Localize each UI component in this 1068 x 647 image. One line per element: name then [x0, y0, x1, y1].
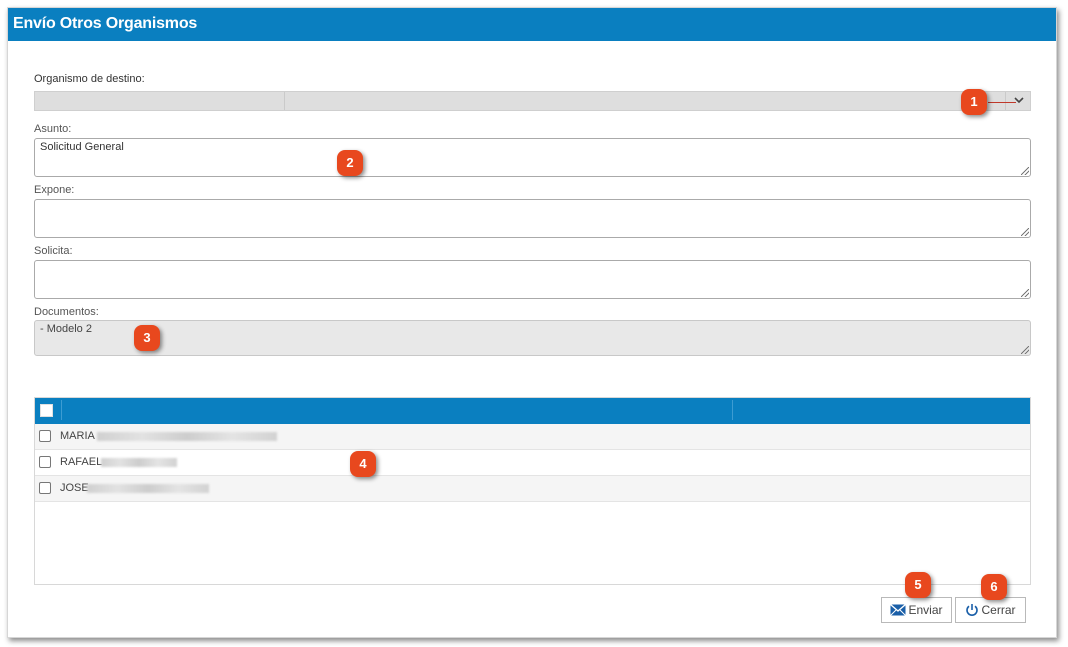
asunto-label: Asunto: [34, 123, 72, 135]
select-all-checkbox[interactable] [40, 404, 53, 417]
select-divider [1005, 92, 1006, 110]
annotation-badge-4: 4 [350, 451, 376, 477]
redacted-text [101, 458, 177, 467]
column-divider [732, 400, 733, 420]
chevron-down-icon[interactable] [1014, 94, 1024, 108]
organismo-select[interactable] [34, 91, 1031, 111]
resize-handle-icon[interactable] [1021, 289, 1029, 297]
redacted-text [87, 484, 209, 493]
table-row[interactable]: RAFAEL [35, 450, 1030, 476]
row-checkbox[interactable] [39, 456, 51, 468]
annotation-badge-6: 6 [981, 574, 1007, 600]
annotation-badge-3: 3 [134, 325, 160, 351]
recipient-name: RAFAEL [60, 456, 103, 468]
resize-handle-icon [1021, 346, 1029, 354]
column-divider [61, 400, 62, 420]
recipient-name: JOSE [60, 482, 89, 494]
recipient-name: MARIA [60, 430, 95, 442]
select-divider [284, 92, 285, 110]
resize-handle-icon[interactable] [1021, 228, 1029, 236]
power-icon [965, 603, 979, 617]
annotation-badge-2: 2 [337, 150, 363, 176]
asunto-value: Solicitud General [40, 141, 124, 153]
expone-field[interactable] [34, 199, 1031, 238]
annotation-pointer [988, 102, 1016, 103]
recipients-grid: MARIA RAFAEL JOSE [34, 397, 1031, 585]
annotation-badge-1: 1 [961, 89, 987, 115]
send-button[interactable]: Enviar [881, 597, 952, 623]
dialog-title: Envío Otros Organismos [8, 8, 1056, 41]
organismo-label: Organismo de destino: [34, 73, 145, 85]
asunto-field[interactable]: Solicitud General [34, 138, 1031, 177]
solicita-label: Solicita: [34, 245, 73, 257]
expone-label: Expone: [34, 184, 75, 196]
solicita-field[interactable] [34, 260, 1031, 299]
table-row[interactable]: MARIA [35, 424, 1030, 450]
documentos-value: - Modelo 2 [40, 323, 92, 335]
close-label: Cerrar [981, 603, 1016, 617]
envelope-icon [890, 604, 907, 616]
send-label: Enviar [908, 603, 943, 617]
row-checkbox[interactable] [39, 430, 51, 442]
envio-dialog: Envío Otros Organismos Organismo de dest… [7, 7, 1057, 638]
redacted-text [97, 432, 277, 441]
table-row[interactable]: JOSE [35, 476, 1030, 502]
close-button[interactable]: Cerrar [955, 597, 1026, 623]
grid-header [35, 398, 1030, 424]
resize-handle-icon[interactable] [1021, 167, 1029, 175]
row-checkbox[interactable] [39, 482, 51, 494]
documentos-label: Documentos: [34, 306, 99, 318]
annotation-badge-5: 5 [905, 572, 931, 598]
documentos-field: - Modelo 2 [34, 320, 1031, 356]
